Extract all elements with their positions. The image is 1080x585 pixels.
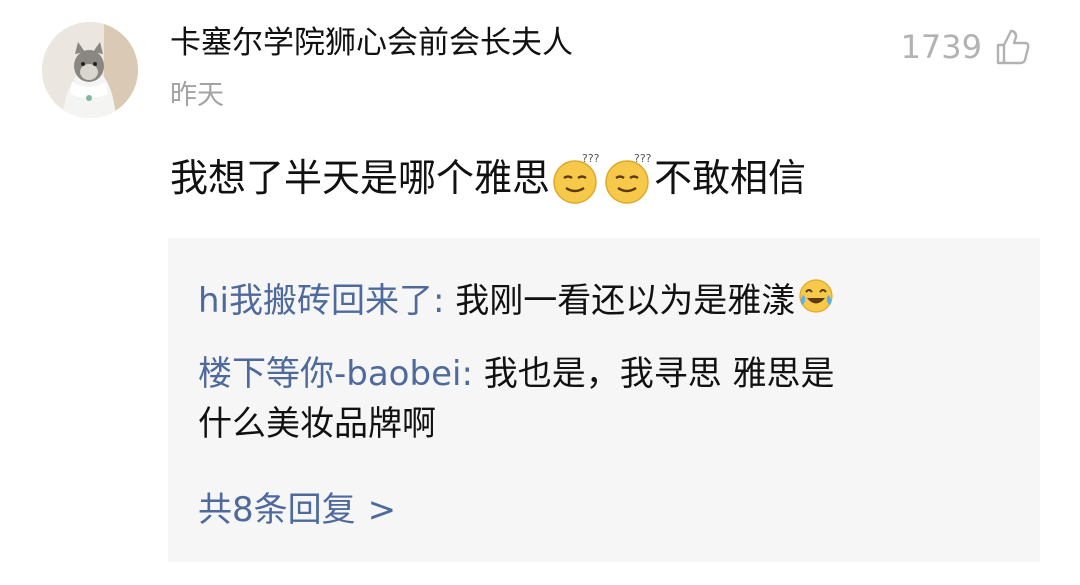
cat-avatar-image — [42, 22, 138, 118]
reply-username[interactable]: 楼下等你-baobei — [198, 354, 461, 394]
comment-username[interactable]: 卡塞尔学院狮心会前会长夫人 — [170, 22, 573, 64]
svg-text:???: ??? — [634, 152, 652, 165]
dizzy-face-emoji: ??? — [550, 150, 602, 206]
replies-box: hi我搬砖回来了: 我刚一看还以为是雅漾 楼下等你-baobei: 我也是，我寻… — [168, 238, 1040, 562]
like-button[interactable]: 1739 — [901, 26, 1032, 68]
reply-username[interactable]: hi我搬砖回来了 — [198, 281, 433, 321]
avatar[interactable] — [42, 22, 138, 118]
svg-text:???: ??? — [582, 152, 600, 165]
thumbs-up-icon — [996, 29, 1030, 65]
reply-text: 我也是，我寻思 雅思是 — [483, 353, 835, 394]
comment-content: 我想了半天是哪个雅思 ??? ??? 不敢相信 — [170, 150, 806, 206]
dizzy-face-emoji: ??? — [602, 150, 654, 206]
reply-item: 楼下等你-baobei: 我也是，我寻思 雅思是 什么美妆品牌啊 — [198, 349, 1010, 449]
reply-separator: : — [461, 353, 484, 394]
reply-item: hi我搬砖回来了: 我刚一看还以为是雅漾 — [198, 276, 1010, 329]
reply-text-continued: 什么美妆品牌啊 — [198, 403, 436, 444]
comment-time: 昨天 — [170, 80, 224, 111]
tears-of-joy-emoji — [797, 277, 835, 329]
reply-separator: : — [433, 281, 456, 321]
more-replies-label: 共8条回复 — [198, 490, 356, 530]
chevron-right-icon: > — [367, 490, 397, 530]
comment-text-after: 不敢相信 — [654, 156, 807, 200]
view-more-replies-link[interactable]: 共8条回复 > — [198, 488, 396, 532]
comment-text-before: 我想了半天是哪个雅思 — [170, 156, 551, 200]
like-count: 1739 — [900, 28, 982, 66]
reply-text: 我刚一看还以为是雅漾 — [455, 281, 796, 321]
